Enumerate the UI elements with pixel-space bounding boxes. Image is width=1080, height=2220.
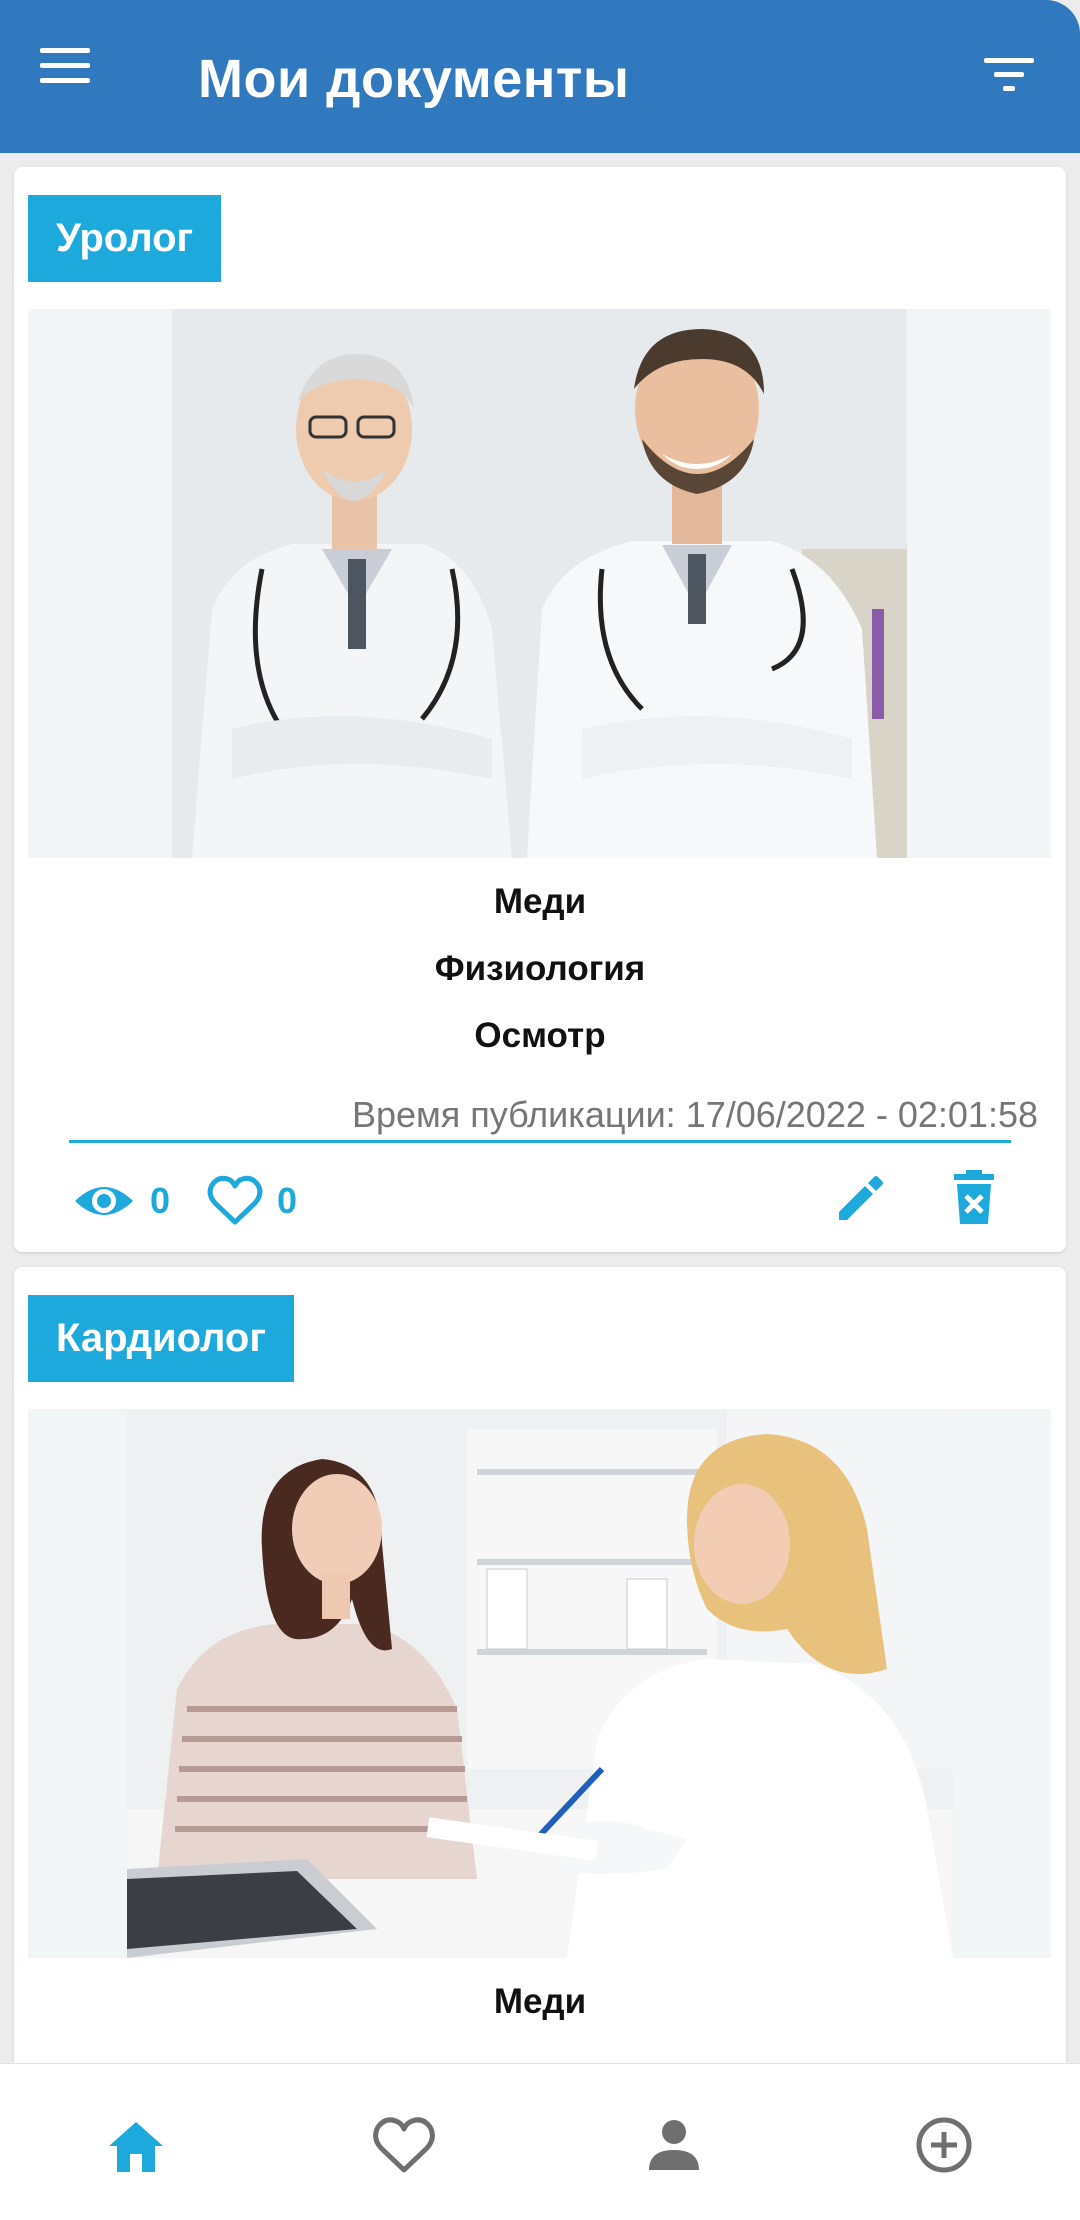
page-title: Мои документы bbox=[198, 49, 630, 109]
category-badge[interactable]: Кардиолог bbox=[28, 1295, 294, 1382]
likes-stat[interactable]: 0 bbox=[207, 1171, 297, 1231]
heart-outline-icon bbox=[207, 1175, 263, 1225]
nav-profile[interactable] bbox=[639, 2110, 709, 2180]
document-title: Меди bbox=[493, 1982, 587, 2021]
heart-icon bbox=[373, 2117, 435, 2173]
home-icon bbox=[109, 2122, 163, 2172]
doctor-patient-consultation-photo bbox=[127, 1409, 953, 1958]
person-icon bbox=[649, 2120, 699, 2170]
document-image-frame[interactable] bbox=[28, 1409, 1051, 1958]
app-bar: Мои документы bbox=[0, 0, 1080, 153]
document-image-frame[interactable] bbox=[28, 309, 1051, 858]
publication-time: Время публикации: 17/06/2022 - 02:01:58 bbox=[351, 1094, 1038, 1135]
add-circle-icon bbox=[916, 2117, 972, 2173]
two-doctors-photo bbox=[172, 309, 907, 858]
filter-button[interactable] bbox=[982, 52, 1046, 108]
document-type: Осмотр bbox=[474, 1016, 606, 1055]
hamburger-menu-icon bbox=[40, 48, 90, 83]
views-stat: 0 bbox=[72, 1171, 170, 1231]
eye-icon bbox=[75, 1187, 133, 1215]
divider bbox=[69, 1140, 1011, 1143]
delete-button[interactable] bbox=[946, 1168, 1010, 1232]
documents-feed[interactable]: Уролог Меди Физиология Осмотр Время публ… bbox=[0, 153, 1080, 2063]
likes-count: 0 bbox=[277, 1180, 298, 1221]
nav-add[interactable] bbox=[909, 2110, 979, 2180]
views-count: 0 bbox=[150, 1180, 171, 1221]
nav-favorites[interactable] bbox=[369, 2110, 439, 2180]
bottom-navigation bbox=[0, 2063, 1080, 2220]
document-title: Меди bbox=[493, 882, 587, 921]
trash-icon bbox=[954, 1170, 994, 1224]
edit-button[interactable] bbox=[833, 1170, 897, 1234]
menu-button[interactable] bbox=[38, 44, 118, 108]
document-card[interactable]: Кардиолог Меди bbox=[14, 1267, 1066, 2063]
document-card[interactable]: Уролог Меди Физиология Осмотр Время публ… bbox=[14, 167, 1066, 1252]
nav-home[interactable] bbox=[101, 2110, 171, 2180]
document-subject: Физиология bbox=[434, 949, 646, 988]
category-badge[interactable]: Уролог bbox=[28, 195, 222, 282]
pencil-icon bbox=[839, 1176, 883, 1220]
filter-list-icon bbox=[984, 58, 1034, 91]
